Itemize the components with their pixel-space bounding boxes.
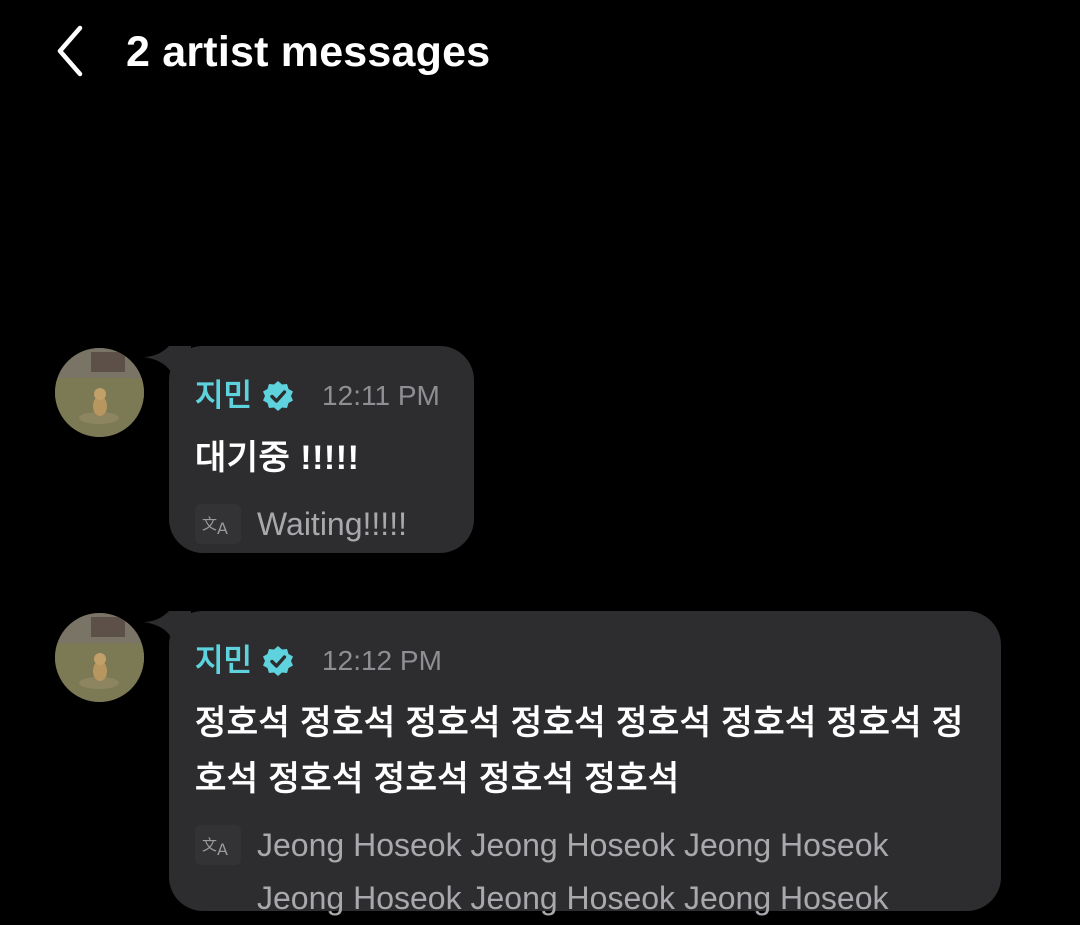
artist-avatar[interactable] [55, 348, 144, 437]
bubble-tail [143, 346, 191, 376]
verified-badge-icon [263, 381, 294, 411]
message-bubble: 지민 12:11 PM 대기중 !!!!! 文 A Waiting!!!!! [143, 346, 474, 553]
avatar-photo [55, 348, 144, 437]
back-button[interactable] [40, 18, 100, 84]
translation-text: Jeong Hoseok Jeong Hoseok Jeong Hoseok J… [257, 827, 889, 916]
svg-text:A: A [217, 840, 228, 857]
svg-text:文: 文 [202, 515, 217, 533]
sender-name[interactable]: 지민 [195, 376, 252, 416]
translation-row: 文 A Jeong Hoseok Jeong Hoseok Jeong Hose… [195, 819, 973, 925]
verified-badge-icon [263, 646, 294, 676]
page-title: 2 artist messages [126, 28, 491, 76]
message-time: 12:12 PM [322, 645, 442, 676]
svg-text:文: 文 [202, 836, 217, 854]
top-bar: 2 artist messages [0, 0, 1080, 110]
message-meta: 지민 12:11 PM [195, 376, 446, 416]
sender-name[interactable]: 지민 [195, 641, 252, 681]
translation-text: Waiting!!!!! [257, 506, 407, 542]
message-bubble: 지민 12:12 PM 정호석 정호석 정호석 정호석 정호석 정호석 정호석 … [143, 611, 1001, 916]
chevron-left-icon [57, 25, 83, 77]
message-text: 대기중 !!!!! [195, 439, 360, 477]
message-text: 정호석 정호석 정호석 정호석 정호석 정호석 정호석 정호석 정호석 정호석 … [195, 704, 964, 798]
translate-icon[interactable]: 文 A [195, 504, 241, 544]
message-meta: 지민 12:12 PM [195, 641, 973, 681]
svg-text:A: A [217, 519, 228, 536]
artist-avatar[interactable] [55, 613, 144, 702]
avatar-photo [55, 613, 144, 702]
bubble-tail [143, 611, 191, 641]
message-time: 12:11 PM [322, 380, 440, 411]
translate-icon[interactable]: 文 A [195, 825, 241, 865]
translation-row: 文 A Waiting!!!!! [195, 498, 446, 551]
